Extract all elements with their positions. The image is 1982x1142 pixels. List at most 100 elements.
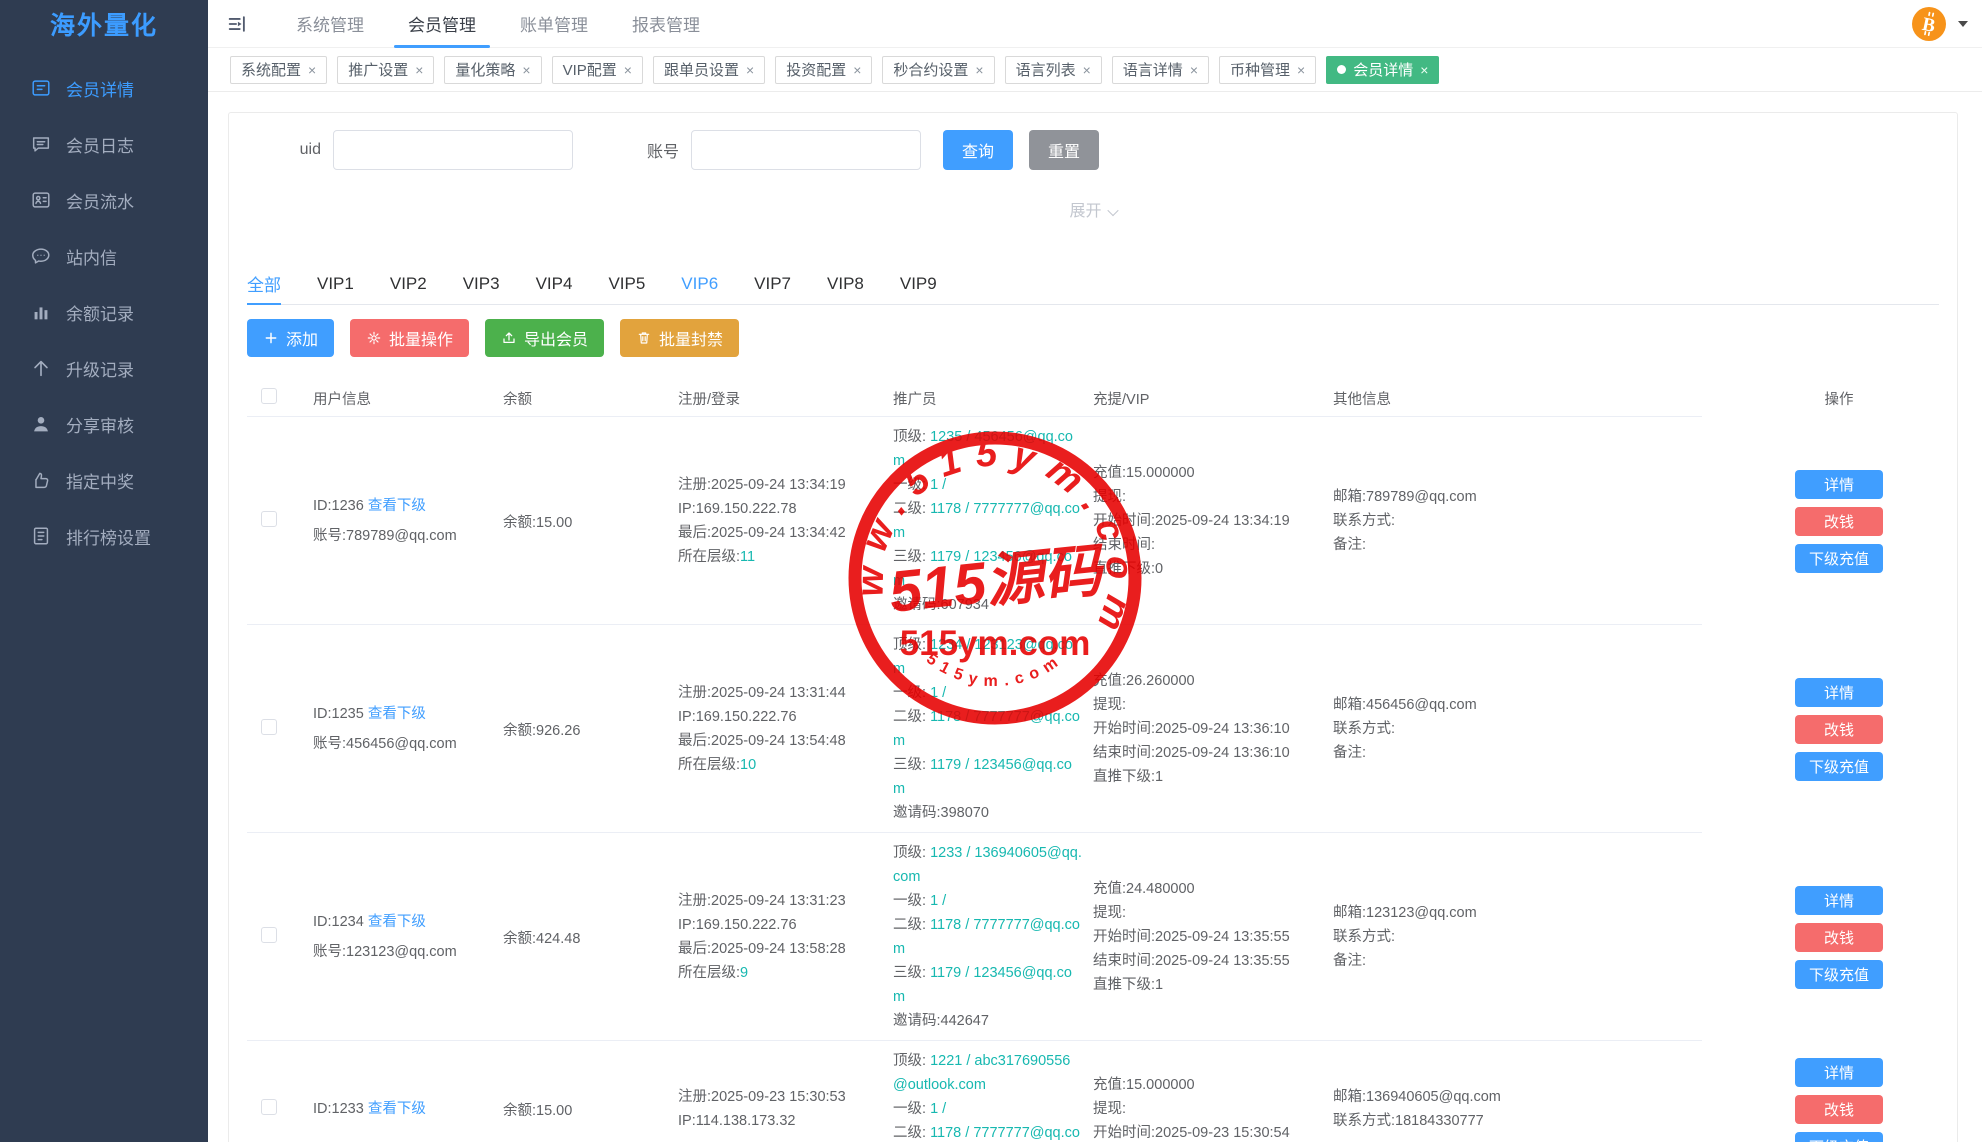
close-icon[interactable]: × <box>522 62 530 78</box>
query-button[interactable]: 查询 <box>943 130 1013 170</box>
row-actions: 详情 改钱 下级充值 <box>1789 1058 1939 1142</box>
sub-recharge-button[interactable]: 下级充值 <box>1795 752 1883 781</box>
tag-item[interactable]: 投资配置 × <box>775 56 872 84</box>
other-info-cell: 邮箱:789789@qq.com联系方式:备注: <box>1323 485 1583 557</box>
topnav-item[interactable]: 系统管理 <box>274 0 386 47</box>
tag-item[interactable]: 会员详情 × <box>1326 56 1439 84</box>
chevron-down-icon[interactable] <box>1958 21 1968 27</box>
vip-tab-label: VIP8 <box>827 274 864 294</box>
detail-button[interactable]: 详情 <box>1795 886 1883 915</box>
sidebar-menu: 会员详情 会员日志 会员流水 站内信 <box>0 60 208 564</box>
tag-item[interactable]: 量化策略 × <box>444 56 541 84</box>
close-icon[interactable]: × <box>1420 62 1428 78</box>
close-icon[interactable]: × <box>1297 62 1305 78</box>
promoter-link[interactable]: 1 / <box>930 477 946 493</box>
edit-money-button[interactable]: 改钱 <box>1795 715 1883 744</box>
view-subordinates-link[interactable]: 查看下级 <box>368 914 426 930</box>
vip-tab[interactable]: VIP5 <box>608 263 645 304</box>
close-icon[interactable]: × <box>975 62 983 78</box>
tag-item[interactable]: 语言详情 × <box>1112 56 1209 84</box>
tag-item[interactable]: VIP配置 × <box>552 56 643 84</box>
detail-line: 最后:2025-09-24 13:34:42 <box>678 521 883 545</box>
sidebar-item[interactable]: 会员日志 <box>0 116 208 172</box>
vip-tab[interactable]: VIP4 <box>536 263 573 304</box>
vip-tab[interactable]: VIP1 <box>317 263 354 304</box>
edit-money-button[interactable]: 改钱 <box>1795 1095 1883 1124</box>
sidebar-item[interactable]: 排行榜设置 <box>0 508 208 564</box>
row-actions: 详情 改钱 下级充值 <box>1789 470 1939 573</box>
vip-tab[interactable]: VIP2 <box>390 263 427 304</box>
vip-tab-label: VIP3 <box>463 274 500 294</box>
topnav-item[interactable]: 会员管理 <box>386 0 498 47</box>
tag-item[interactable]: 推广设置 × <box>337 56 434 84</box>
sub-recharge-button[interactable]: 下级充值 <box>1795 544 1883 573</box>
row-checkbox[interactable] <box>261 927 277 943</box>
row-checkbox[interactable] <box>261 719 277 735</box>
view-subordinates-link[interactable]: 查看下级 <box>368 498 426 514</box>
close-icon[interactable]: × <box>308 62 316 78</box>
row-checkbox[interactable] <box>261 1099 277 1115</box>
close-icon[interactable]: × <box>1083 62 1091 78</box>
close-icon[interactable]: × <box>1190 62 1198 78</box>
tag-item[interactable]: 币种管理 × <box>1219 56 1316 84</box>
expand-toggle[interactable]: 展开 <box>1069 203 1116 220</box>
row-checkbox[interactable] <box>261 511 277 527</box>
promoter-cell: 顶级: 1234 / 123123@qq.com一级: 1 /二级: 1178 … <box>883 633 1083 825</box>
sub-recharge-button[interactable]: 下级充值 <box>1795 1132 1883 1142</box>
vip-tab[interactable]: 全部 <box>247 263 281 304</box>
tag-label: 币种管理 <box>1230 59 1290 80</box>
detail-line: 顶级: 1233 / 136940605@qq.com <box>893 841 1083 889</box>
vip-tab[interactable]: VIP3 <box>463 263 500 304</box>
promoter-link[interactable]: 1 / <box>930 893 946 909</box>
sidebar-item-label: 指定中奖 <box>66 468 134 493</box>
vip-tab[interactable]: VIP7 <box>754 263 791 304</box>
sidebar-item[interactable]: 会员详情 <box>0 60 208 116</box>
promoter-link[interactable]: 1 / <box>930 1101 946 1117</box>
account-label: 账号 <box>623 138 679 162</box>
edit-money-button[interactable]: 改钱 <box>1795 507 1883 536</box>
vip-tab[interactable]: VIP8 <box>827 263 864 304</box>
vip-tab[interactable]: VIP6 <box>681 263 718 304</box>
collapse-menu-icon[interactable] <box>226 13 248 35</box>
close-icon[interactable]: × <box>415 62 423 78</box>
promoter-cell: 顶级: 1233 / 136940605@qq.com一级: 1 /二级: 11… <box>883 841 1083 1033</box>
close-icon[interactable]: × <box>853 62 861 78</box>
vip-tab-label: VIP2 <box>390 274 427 294</box>
tag-item[interactable]: 秒合约设置 × <box>882 56 994 84</box>
account-input[interactable] <box>691 130 921 170</box>
member-level: 所在层级:10 <box>678 753 883 777</box>
topnav-item[interactable]: 报表管理 <box>610 0 722 47</box>
sidebar-item[interactable]: 指定中奖 <box>0 452 208 508</box>
tag-item[interactable]: 跟单员设置 × <box>653 56 765 84</box>
view-subordinates-link[interactable]: 查看下级 <box>368 706 426 722</box>
toolbar-button[interactable]: 批量操作 <box>350 319 469 357</box>
bitcoin-avatar-icon[interactable]: B <box>1911 6 1947 42</box>
detail-line: 一级: 1 / <box>893 681 1083 705</box>
sidebar-item[interactable]: 站内信 <box>0 228 208 284</box>
tag-item[interactable]: 语言列表 × <box>1005 56 1102 84</box>
detail-line: 最后:2025-09-24 13:54:48 <box>678 729 883 753</box>
sidebar-item[interactable]: 升级记录 <box>0 340 208 396</box>
close-icon[interactable]: × <box>624 62 632 78</box>
sidebar-item[interactable]: 会员流水 <box>0 172 208 228</box>
topnav-item[interactable]: 账单管理 <box>498 0 610 47</box>
promoter-link[interactable]: 1 / <box>930 685 946 701</box>
toolbar-button[interactable]: 导出会员 <box>485 319 604 357</box>
detail-button[interactable]: 详情 <box>1795 470 1883 499</box>
view-subordinates-link[interactable]: 查看下级 <box>368 1101 426 1117</box>
tag-item[interactable]: 系统配置 × <box>230 56 327 84</box>
sub-recharge-button[interactable]: 下级充值 <box>1795 960 1883 989</box>
select-all-checkbox[interactable] <box>261 388 277 404</box>
table-row: ID:1236 查看下级 账号:789789@qq.com 余额:15.00 注… <box>247 417 1939 625</box>
toolbar-button[interactable]: 批量封禁 <box>620 319 739 357</box>
edit-money-button[interactable]: 改钱 <box>1795 923 1883 952</box>
close-icon[interactable]: × <box>746 62 754 78</box>
sidebar-item[interactable]: 分享审核 <box>0 396 208 452</box>
toolbar-button[interactable]: 添加 <box>247 319 334 357</box>
detail-button[interactable]: 详情 <box>1795 678 1883 707</box>
uid-input[interactable] <box>333 130 573 170</box>
sidebar-item[interactable]: 余额记录 <box>0 284 208 340</box>
vip-tab[interactable]: VIP9 <box>900 263 937 304</box>
detail-button[interactable]: 详情 <box>1795 1058 1883 1087</box>
reset-button[interactable]: 重置 <box>1029 130 1099 170</box>
